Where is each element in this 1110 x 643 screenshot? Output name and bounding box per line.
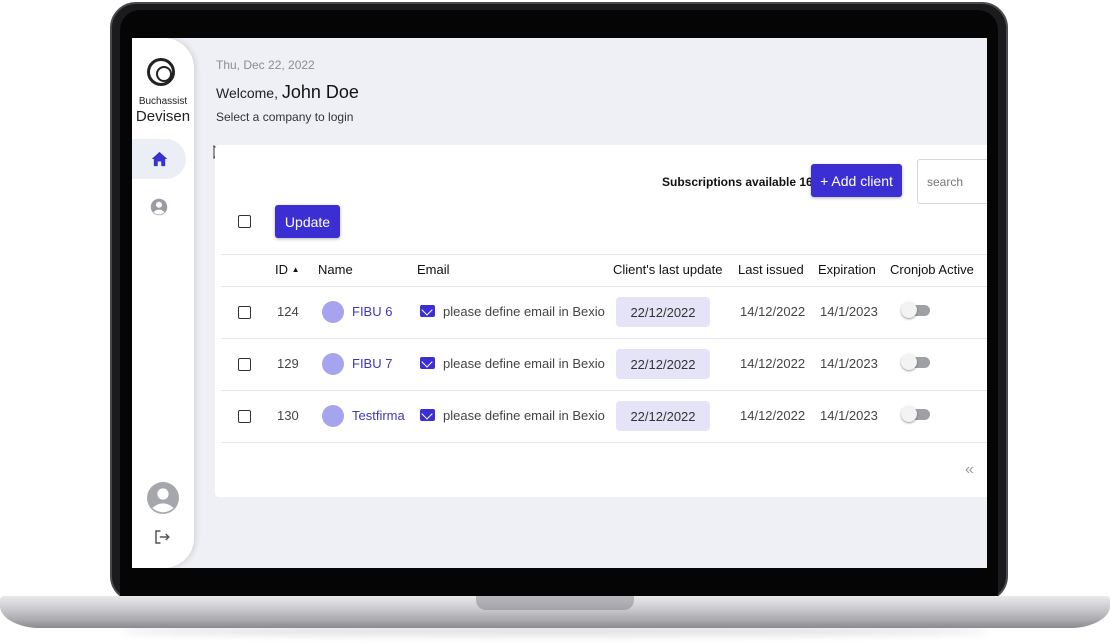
cronjob-toggle[interactable] <box>901 354 930 370</box>
row-email: please define email in Bexio <box>443 356 605 371</box>
first-page-icon[interactable]: « <box>965 461 974 479</box>
logo-line1: Buchassist <box>138 96 188 107</box>
mail-icon <box>420 305 435 317</box>
row-expiration: 14/1/2023 <box>820 304 878 319</box>
user-avatar-icon[interactable] <box>147 482 179 514</box>
select-all-checkbox[interactable] <box>238 215 251 228</box>
sidebar: Buchassist Devisen <box>132 38 194 568</box>
column-header-last-issued[interactable]: Last issued <box>738 262 804 277</box>
page-subtitle: Select a company to login <box>216 110 354 124</box>
welcome-prefix: Welcome, <box>216 85 278 101</box>
client-avatar <box>322 405 344 427</box>
row-last-issued: 14/12/2022 <box>740 356 806 371</box>
client-avatar <box>322 301 344 323</box>
row-id: 129 <box>277 356 299 371</box>
logout-icon[interactable] <box>153 528 173 548</box>
search-input[interactable] <box>917 159 987 204</box>
row-last-issued: 14/12/2022 <box>740 408 806 423</box>
current-date: Thu, Dec 22, 2022 <box>216 58 315 72</box>
client-name-link[interactable]: FIBU 6 <box>352 304 392 319</box>
sort-ascending-icon: ▲ <box>291 265 300 274</box>
mail-icon <box>420 357 435 369</box>
logo-icon <box>147 58 175 86</box>
client-name-link[interactable]: FIBU 7 <box>352 356 392 371</box>
row-email: please define email in Bexio <box>443 304 605 319</box>
cronjob-toggle[interactable] <box>901 302 930 318</box>
column-header-cronjob[interactable]: Cronjob Active <box>890 262 974 277</box>
column-header-id[interactable]: ID ▲ <box>275 262 300 277</box>
client-name-link[interactable]: Testfirma <box>352 408 405 423</box>
clients-card: Subscriptions available 16 + Add client … <box>215 145 987 497</box>
add-client-button[interactable]: + Add client <box>811 164 902 197</box>
last-update-chip: 22/12/2022 <box>616 401 710 431</box>
account-circle-icon <box>150 198 168 216</box>
column-header-last-update[interactable]: Client's last update <box>613 262 722 277</box>
mail-icon <box>420 409 435 421</box>
row-checkbox[interactable] <box>238 410 251 423</box>
table-row[interactable]: 124 FIBU 6 please define email in Bexio … <box>221 286 987 339</box>
column-header-expiration[interactable]: Expiration <box>818 262 876 277</box>
table-bottom-divider <box>221 442 987 443</box>
update-button[interactable]: Update <box>275 205 340 238</box>
row-expiration: 14/1/2023 <box>820 408 878 423</box>
sidebar-item-home[interactable] <box>132 139 186 179</box>
row-checkbox[interactable] <box>238 306 251 319</box>
welcome-heading: Welcome, John Doe <box>216 82 359 103</box>
column-header-name[interactable]: Name <box>318 262 353 277</box>
subscriptions-available: Subscriptions available 16 <box>662 175 813 189</box>
client-avatar <box>322 353 344 375</box>
last-update-chip: 22/12/2022 <box>616 349 710 379</box>
home-icon <box>151 151 167 167</box>
table-row[interactable]: 130 Testfirma please define email in Bex… <box>221 390 987 443</box>
row-checkbox[interactable] <box>238 358 251 371</box>
row-email: please define email in Bexio <box>443 408 605 423</box>
row-last-issued: 14/12/2022 <box>740 304 806 319</box>
user-name: John Doe <box>281 82 359 102</box>
laptop-notch <box>476 596 634 610</box>
row-expiration: 14/1/2023 <box>820 356 878 371</box>
row-id: 130 <box>277 408 299 423</box>
table-row[interactable]: 129 FIBU 7 please define email in Bexio … <box>221 338 987 391</box>
row-id: 124 <box>277 304 299 319</box>
cronjob-toggle[interactable] <box>901 406 930 422</box>
logo-line2: Devisen <box>135 108 191 125</box>
column-header-email[interactable]: Email <box>417 262 450 277</box>
sidebar-item-account[interactable] <box>148 196 170 218</box>
app-screen: Buchassist Devisen Thu, Dec 22, 2022 Wel… <box>132 38 987 568</box>
header-divider <box>221 254 987 255</box>
last-update-chip: 22/12/2022 <box>616 297 710 327</box>
